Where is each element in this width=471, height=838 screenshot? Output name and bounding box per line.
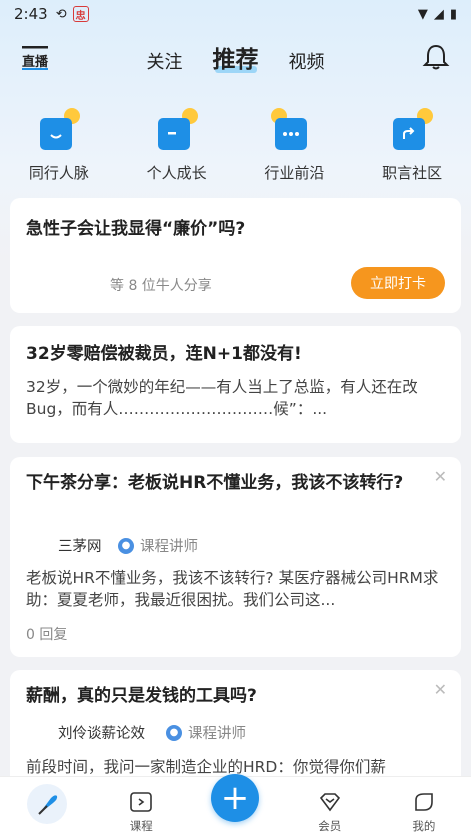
- author-name[interactable]: 三茅网: [58, 535, 102, 556]
- nav-profile[interactable]: 我的: [377, 777, 471, 838]
- nav-course[interactable]: 课程: [94, 777, 188, 838]
- feed-card[interactable]: 下午茶分享：老板说HR不懂业务，我该不该转行? ✕ 三茅网 ● 课程讲师 老板说…: [10, 457, 461, 657]
- plus-icon[interactable]: +: [211, 774, 259, 822]
- user-badge-icon: ●: [118, 537, 134, 554]
- tab-video[interactable]: 视频: [289, 48, 325, 74]
- sync-icon: ⟲: [55, 6, 67, 22]
- user-badge-icon: ●: [166, 724, 182, 741]
- quick-entry-frontier[interactable]: 行业前沿: [236, 108, 354, 183]
- system-icons: ▼ ◢ ▮: [418, 7, 457, 22]
- author-name[interactable]: 刘伶谈薪论效: [58, 722, 145, 743]
- quick-entry-label: 职言社区: [382, 164, 443, 182]
- quick-entry-label: 行业前沿: [264, 164, 325, 182]
- author-tag: ● 课程讲师: [118, 535, 198, 556]
- profile-icon: [415, 793, 433, 811]
- app-notification-icon: 忠: [72, 6, 89, 22]
- tab-following[interactable]: 关注: [147, 48, 183, 74]
- course-icon: [130, 792, 153, 812]
- feed-tabs: 关注 推荐 视频: [0, 40, 471, 74]
- home-feather-icon: [27, 784, 68, 824]
- checkin-question: 急性子会让我显得“廉价”吗?: [26, 219, 246, 239]
- quick-entry-community[interactable]: 职言社区: [353, 108, 471, 183]
- status-time: 2:43: [14, 5, 48, 23]
- nav-vip[interactable]: 会员: [283, 777, 377, 838]
- bell-icon[interactable]: [421, 42, 451, 72]
- quick-entries: 同行人脉 个人成长 行业前沿 职言社区: [0, 108, 471, 183]
- nav-home[interactable]: [0, 777, 94, 838]
- quick-entry-growth[interactable]: 个人成长: [118, 108, 236, 183]
- feed-title: 下午茶分享：老板说HR不懂业务，我该不该转行?: [26, 473, 404, 493]
- top-nav: 直播 关注 推荐 视频: [0, 30, 471, 86]
- share-icon: [393, 108, 434, 150]
- feed-title: 32岁零赔偿被裁员，连N+1都没有!: [26, 344, 302, 364]
- feed-body: 32岁，一个微妙的年纪——有人当上了总监，有人还在改Bug，而有人……………………: [26, 378, 418, 418]
- feed-title: 薪酬，真的只是发钱的工具吗?: [26, 686, 257, 706]
- close-icon[interactable]: ✕: [434, 467, 447, 486]
- growth-icon: [157, 108, 198, 150]
- quick-entry-label: 同行人脉: [28, 164, 89, 182]
- nav-label: 会员: [318, 819, 342, 833]
- checkin-card[interactable]: 急性子会让我显得“廉价”吗? 等 8 位牛人分享 立即打卡: [10, 198, 461, 313]
- share-count: 等 8 位牛人分享: [110, 278, 212, 294]
- battery-icon: ▮: [449, 6, 457, 22]
- feed-card[interactable]: 32岁零赔偿被裁员，连N+1都没有! 32岁，一个微妙的年纪——有人当上了总监，…: [10, 326, 461, 443]
- tag-label: 课程讲师: [140, 539, 198, 555]
- nav-label: 课程: [129, 819, 153, 833]
- close-icon[interactable]: ✕: [434, 680, 447, 699]
- signal-icon: ◢: [433, 6, 444, 22]
- feed-body: 老板说HR不懂业务，我该不该转行? 某医疗器械公司HRM求助：夏夏老师，我最近很…: [26, 569, 439, 609]
- reply-count[interactable]: 0 回复: [26, 624, 67, 644]
- checkin-button[interactable]: 立即打卡: [351, 267, 445, 299]
- tag-label: 课程讲师: [188, 726, 246, 742]
- smile-icon: [39, 108, 80, 150]
- nav-label: 我的: [412, 819, 436, 833]
- chat-icon: [271, 108, 313, 150]
- author-tag: ● 课程讲师: [166, 722, 246, 743]
- wifi-icon: ▼: [417, 6, 428, 22]
- tab-recommend[interactable]: 推荐: [213, 40, 259, 74]
- quick-entry-peers[interactable]: 同行人脉: [0, 108, 118, 183]
- quick-entry-label: 个人成长: [146, 164, 207, 182]
- vip-icon: [319, 793, 340, 812]
- status-bar: 2:43 ⟲ 忠 ▼ ◢ ▮: [0, 0, 471, 28]
